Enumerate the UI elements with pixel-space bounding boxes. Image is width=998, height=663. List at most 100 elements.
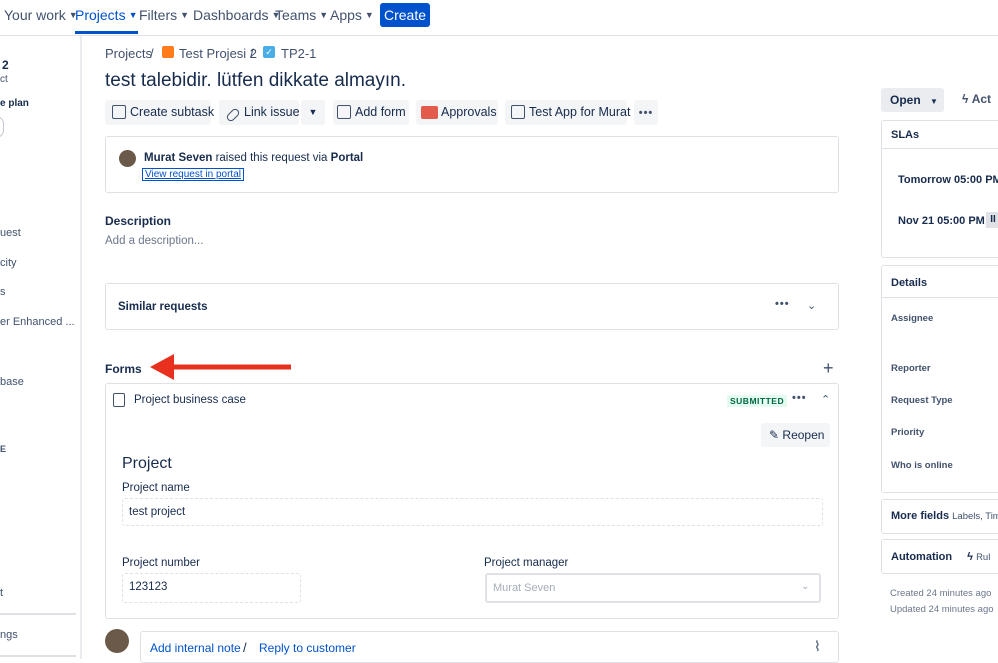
project-number-field[interactable]: 123123 [122,573,301,603]
breadcrumb-separator: / [150,46,154,61]
avatar [119,150,136,167]
reporter-label: Reporter [891,363,931,374]
project-manager-select[interactable]: Murat Seven ⌄ [485,573,821,603]
link-issue-label: Link issue [244,105,300,119]
breadcrumb-issue-key[interactable]: TP2-1 [281,46,316,61]
similar-requests-panel[interactable]: Similar requests ••• ⌄ [105,283,839,330]
nav-teams[interactable]: Teams ▼ [275,0,328,34]
project-manager-label: Project manager [484,557,569,569]
nav-teams-label: Teams [275,7,317,23]
form-card: Project business case SUBMITTED ••• ⌃ ✎ … [105,383,839,619]
approvals-label: Approvals [441,105,497,119]
sidebar-item-t[interactable]: t [0,587,3,599]
create-subtask-label: Create subtask [130,105,215,119]
sidebar-item-knowledge-base[interactable]: base [0,376,24,388]
nav-your-work[interactable]: Your work ▼ [4,0,78,34]
request-raised-label: raised this request via [212,152,331,164]
project-name[interactable]: 2 [2,58,9,72]
status-dropdown[interactable]: Open ▼ [881,88,944,112]
form-more-icon[interactable]: ••• [792,392,807,404]
add-form-button[interactable]: Add form [333,100,409,125]
sidebar-divider [0,655,76,657]
sidebar-section-heading: E [0,444,7,454]
who-is-online-label: Who is online [891,460,953,471]
sidebar-item-enhanced[interactable]: er Enhanced ... [0,316,75,328]
status-label: Open [890,93,921,107]
sidebar-item-capacity[interactable]: city [0,257,17,269]
nav-projects[interactable]: Projects ▼ [75,0,138,34]
breadcrumb-separator: / [250,46,254,61]
approvals-button[interactable]: Approvals [416,100,498,125]
description-placeholder[interactable]: Add a description... [105,235,203,247]
request-user[interactable]: Murat Seven [144,152,212,164]
actions-button[interactable]: ϟ Act [962,92,991,106]
project-name-label: Project name [122,482,190,494]
slas-heading: SLAs [891,129,920,141]
sidebar-item-request[interactable]: uest [0,227,21,239]
plan-circle[interactable] [0,116,4,138]
nav-filters[interactable]: Filters ▼ [139,0,189,34]
approvals-app-icon [421,106,438,119]
chevron-down-icon: ▼ [180,10,190,20]
details-heading[interactable]: Details [891,277,927,289]
project-manager-value: Murat Seven [493,582,556,594]
nav-dashboards[interactable]: Dashboards ▼ [193,0,280,34]
priority-label: Priority [891,427,925,438]
create-subtask-button[interactable]: Create subtask [105,100,215,125]
similar-requests-label: Similar requests [118,301,208,313]
reopen-button[interactable]: ✎ Reopen [761,423,830,447]
breadcrumb-project[interactable]: Test Projesi 2 [179,46,257,61]
more-actions-button[interactable]: ••• [634,100,658,125]
request-raised-text: Murat Seven raised this request via Port… [144,152,363,164]
automation-hint: Rul [976,552,991,563]
add-form-label: Add form [355,105,406,119]
more-icon: ••• [638,107,654,119]
description-heading: Description [105,214,172,228]
more-fields-label[interactable]: More fields Labels, Time [891,510,998,522]
project-name-field[interactable]: test project [122,498,823,526]
sla-time-1: Tomorrow 05:00 PM [898,174,998,186]
nav-projects-label: Projects [75,7,126,23]
view-request-in-portal-link[interactable]: View request in portal [142,168,244,181]
chevron-up-icon[interactable]: ⌃ [821,393,830,406]
divider [881,148,998,149]
breadcrumb-projects[interactable]: Projects [105,46,152,61]
created-timestamp: Created 24 minutes ago [890,588,992,599]
sla-time-2: Nov 21 05:00 PM [898,215,985,227]
chevron-down-icon: ▼ [319,10,329,20]
chevron-down-icon: ▼ [364,10,374,20]
add-internal-note-link[interactable]: Add internal note [150,641,241,655]
project-avatar-icon [162,46,174,58]
form-title[interactable]: Project business case [134,394,246,406]
automation-label[interactable]: Automation ϟ Rul [891,551,990,563]
sidebar-item-s[interactable]: s [0,286,6,298]
assignee-label: Assignee [891,313,934,324]
comment-bar: Add internal note / Reply to customer ⌇ [140,631,839,663]
status-badge: SUBMITTED [727,395,788,407]
top-navigation: Your work ▼ Projects ▼ Filters ▼ Dashboards… [0,0,998,36]
request-info-card: Murat Seven raised this request via Port… [105,136,839,193]
form-icon [337,105,351,119]
attachment-icon[interactable]: ⌇ [814,638,821,655]
test-app-label: Test App for Murat [529,105,631,119]
add-form-plus-icon[interactable]: + [823,358,834,379]
project-type: ct [0,74,8,85]
plan-label[interactable]: e plan [0,98,29,109]
lightning-icon: ϟ [962,92,969,106]
link-issue-button[interactable]: Link issue [219,100,300,125]
chevron-down-icon: ▼ [308,107,318,117]
chevron-down-icon: ▼ [128,10,138,20]
subtask-icon [112,105,126,119]
form-section-title: Project [122,455,172,472]
reply-to-customer-link[interactable]: Reply to customer [259,641,356,655]
sidebar-item-settings[interactable]: ngs [0,629,18,641]
pause-icon: II [986,212,998,228]
test-app-button[interactable]: Test App for Murat [505,100,631,125]
similar-more-icon[interactable]: ••• [775,298,790,310]
issue-title[interactable]: test talebidir. lütfen dikkate almayın. [105,70,406,92]
nav-apps[interactable]: Apps ▼ [330,0,374,34]
create-button[interactable]: Create [380,3,430,27]
updated-timestamp: Updated 24 minutes ago [890,604,994,615]
chevron-down-icon[interactable]: ⌄ [807,299,816,312]
link-issue-dropdown[interactable]: ▼ [301,100,325,125]
